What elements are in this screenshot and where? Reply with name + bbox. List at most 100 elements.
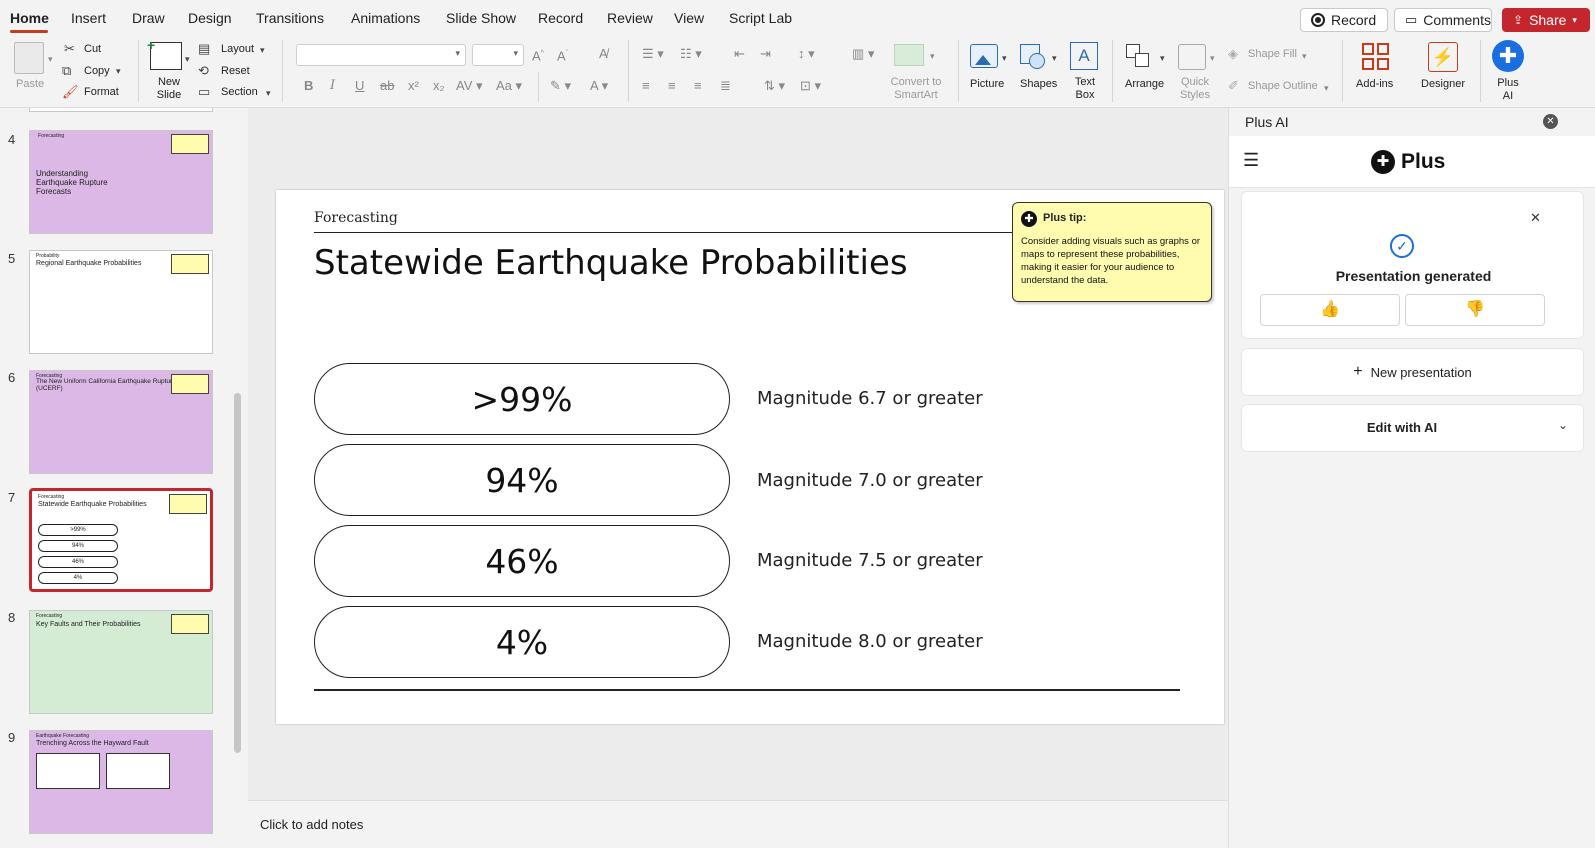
slide-thumbnail-6[interactable]: Forecasting The New Uniform California E… [29, 370, 213, 474]
copy-icon[interactable]: ⧉ [62, 63, 71, 79]
notes-placeholder[interactable]: Click to add notes [260, 817, 363, 832]
bold-icon[interactable]: B [304, 78, 313, 94]
reset-button[interactable]: Reset [221, 65, 250, 78]
underline-icon[interactable]: U [355, 78, 364, 94]
slide-title[interactable]: Statewide Earthquake Probabilities [314, 243, 908, 283]
chevron-down-icon[interactable]: ▾ [185, 51, 190, 67]
slide-thumbnail-8[interactable]: Forecasting Key Faults and Their Probabi… [29, 610, 213, 714]
shape-outline-button[interactable]: Shape Outline [1248, 80, 1318, 93]
text-box-button[interactable]: Text Box [1072, 76, 1098, 102]
tab-script-lab[interactable]: Script Lab [729, 10, 792, 26]
tab-slide-show[interactable]: Slide Show [446, 10, 516, 26]
smartart-icon[interactable] [894, 44, 924, 66]
chevron-down-icon[interactable]: ▾ [266, 85, 271, 101]
chevron-down-icon[interactable]: ▾ [1302, 48, 1307, 64]
cut-button[interactable]: Cut [84, 43, 101, 56]
increase-indent-icon[interactable]: ⇥ [760, 46, 771, 62]
plus-ai-icon[interactable]: ✚ [1492, 40, 1524, 72]
increase-font-icon[interactable]: A^ [532, 46, 544, 64]
tab-transitions[interactable]: Transitions [256, 10, 324, 26]
text-direction-icon[interactable]: ⇅ ▾ [764, 78, 785, 94]
align-text-icon[interactable]: ⊡ ▾ [800, 78, 821, 94]
shape-fill-button[interactable]: Shape Fill [1248, 48, 1297, 61]
format-painter-button[interactable]: Format [84, 86, 119, 99]
reset-icon[interactable]: ⟲ [198, 63, 209, 79]
layout-icon[interactable]: ▤ [198, 41, 210, 57]
font-name-dropdown[interactable]: ▾ [296, 44, 466, 66]
numbering-icon[interactable]: ☷ ▾ [680, 46, 702, 62]
edit-with-ai-dropdown[interactable]: Edit with AI ⌄ [1241, 404, 1584, 452]
chevron-down-icon[interactable]: ▾ [1210, 50, 1215, 66]
text-box-icon[interactable]: A [1070, 42, 1098, 70]
justify-icon[interactable]: ≣ [720, 78, 731, 94]
align-right-icon[interactable]: ≡ [694, 78, 702, 94]
chevron-down-icon[interactable]: ▾ [1324, 80, 1329, 96]
tab-draw[interactable]: Draw [132, 10, 165, 26]
magnitude-label[interactable]: Magnitude 8.0 or greater [757, 631, 983, 652]
hamburger-menu-icon[interactable]: ☰ [1243, 150, 1259, 171]
probability-pill[interactable]: >99% [314, 363, 730, 435]
designer-icon[interactable]: ⚡ [1428, 42, 1458, 72]
add-ins-button[interactable]: Add-ins [1356, 78, 1393, 91]
thumbnail-scrollbar[interactable] [234, 393, 241, 753]
clear-formatting-icon[interactable]: A̸ [599, 46, 608, 62]
notes-pane[interactable]: Click to add notes [248, 800, 1228, 848]
close-panel-icon[interactable]: ✕ [1543, 114, 1558, 129]
tab-design[interactable]: Design [188, 10, 232, 26]
convert-smartart-button[interactable]: Convert to SmartArt [886, 76, 946, 102]
character-spacing-icon[interactable]: AV ▾ [456, 78, 483, 94]
chevron-down-icon[interactable]: ▾ [48, 51, 53, 67]
probability-pill[interactable]: 4% [314, 606, 730, 678]
scissors-icon[interactable]: ✂ [64, 41, 75, 57]
superscript-icon[interactable]: x² [408, 78, 419, 94]
tab-animations[interactable]: Animations [351, 10, 420, 26]
font-size-dropdown[interactable]: ▾ [472, 44, 524, 66]
picture-icon[interactable] [970, 44, 998, 68]
record-button[interactable]: Record [1300, 8, 1388, 32]
magnitude-label[interactable]: Magnitude 6.7 or greater [757, 388, 983, 409]
italic-icon[interactable]: I [330, 78, 335, 94]
slide-thumbnail-4[interactable]: Forecasting Understanding Earthquake Rup… [29, 130, 213, 234]
quick-styles-icon[interactable] [1178, 44, 1206, 70]
quick-styles-button[interactable]: Quick Styles [1177, 76, 1213, 102]
current-slide[interactable]: Forecasting Statewide Earthquake Probabi… [276, 190, 1224, 724]
slide-thumbnail-7[interactable]: Forecasting Statewide Earthquake Probabi… [29, 488, 213, 592]
font-color-icon[interactable]: A ▾ [590, 78, 608, 94]
close-icon[interactable]: ✕ [1530, 210, 1541, 226]
share-button[interactable]: ⇪ Share ▾ [1502, 8, 1590, 32]
thumbs-up-button[interactable]: 👍 [1260, 294, 1400, 326]
chevron-down-icon[interactable]: ▾ [1160, 50, 1165, 66]
shapes-icon[interactable] [1020, 44, 1045, 69]
tab-view[interactable]: View [674, 10, 704, 26]
paste-icon[interactable] [14, 42, 44, 74]
new-slide-button[interactable]: New Slide [156, 76, 182, 102]
copy-button[interactable]: Copy [84, 65, 110, 78]
slide-thumbnail-9[interactable]: Earthquake Forecasting Trenching Across … [29, 730, 213, 834]
change-case-icon[interactable]: Aa ▾ [496, 78, 522, 94]
probability-pill[interactable]: 94% [314, 444, 730, 516]
chevron-down-icon[interactable]: ▾ [1002, 50, 1007, 66]
tab-review[interactable]: Review [607, 10, 653, 26]
section-button[interactable]: Section [221, 86, 258, 99]
plus-tip-box[interactable]: ✚ Plus tip: Consider adding visuals such… [1012, 202, 1212, 302]
picture-button[interactable]: Picture [970, 78, 1004, 91]
slide-thumbnail-5[interactable]: Probability Regional Earthquake Probabil… [29, 250, 213, 354]
comments-button[interactable]: ▭ Comments [1394, 8, 1492, 32]
tab-insert[interactable]: Insert [71, 10, 106, 26]
thumbs-down-button[interactable]: 👎 [1405, 294, 1545, 326]
designer-button[interactable]: Designer [1421, 78, 1465, 91]
align-center-icon[interactable]: ≡ [668, 78, 676, 94]
new-presentation-button[interactable]: + New presentation [1241, 348, 1584, 396]
tab-home[interactable]: Home [10, 10, 49, 26]
layout-button[interactable]: Layout [221, 43, 254, 56]
bullets-icon[interactable]: ☰ ▾ [642, 46, 664, 62]
paint-bucket-icon[interactable]: ◈ [1228, 46, 1238, 62]
chevron-down-icon[interactable]: ▾ [930, 48, 935, 64]
align-left-icon[interactable]: ≡ [642, 78, 650, 94]
add-ins-icon[interactable] [1362, 43, 1390, 71]
section-icon[interactable]: ▭ [198, 84, 210, 100]
line-spacing-icon[interactable]: ↕ ▾ [798, 46, 815, 62]
chevron-down-icon[interactable]: ▾ [116, 63, 121, 79]
arrange-button[interactable]: Arrange [1125, 78, 1164, 91]
decrease-font-icon[interactable]: Aˇ [557, 46, 568, 64]
